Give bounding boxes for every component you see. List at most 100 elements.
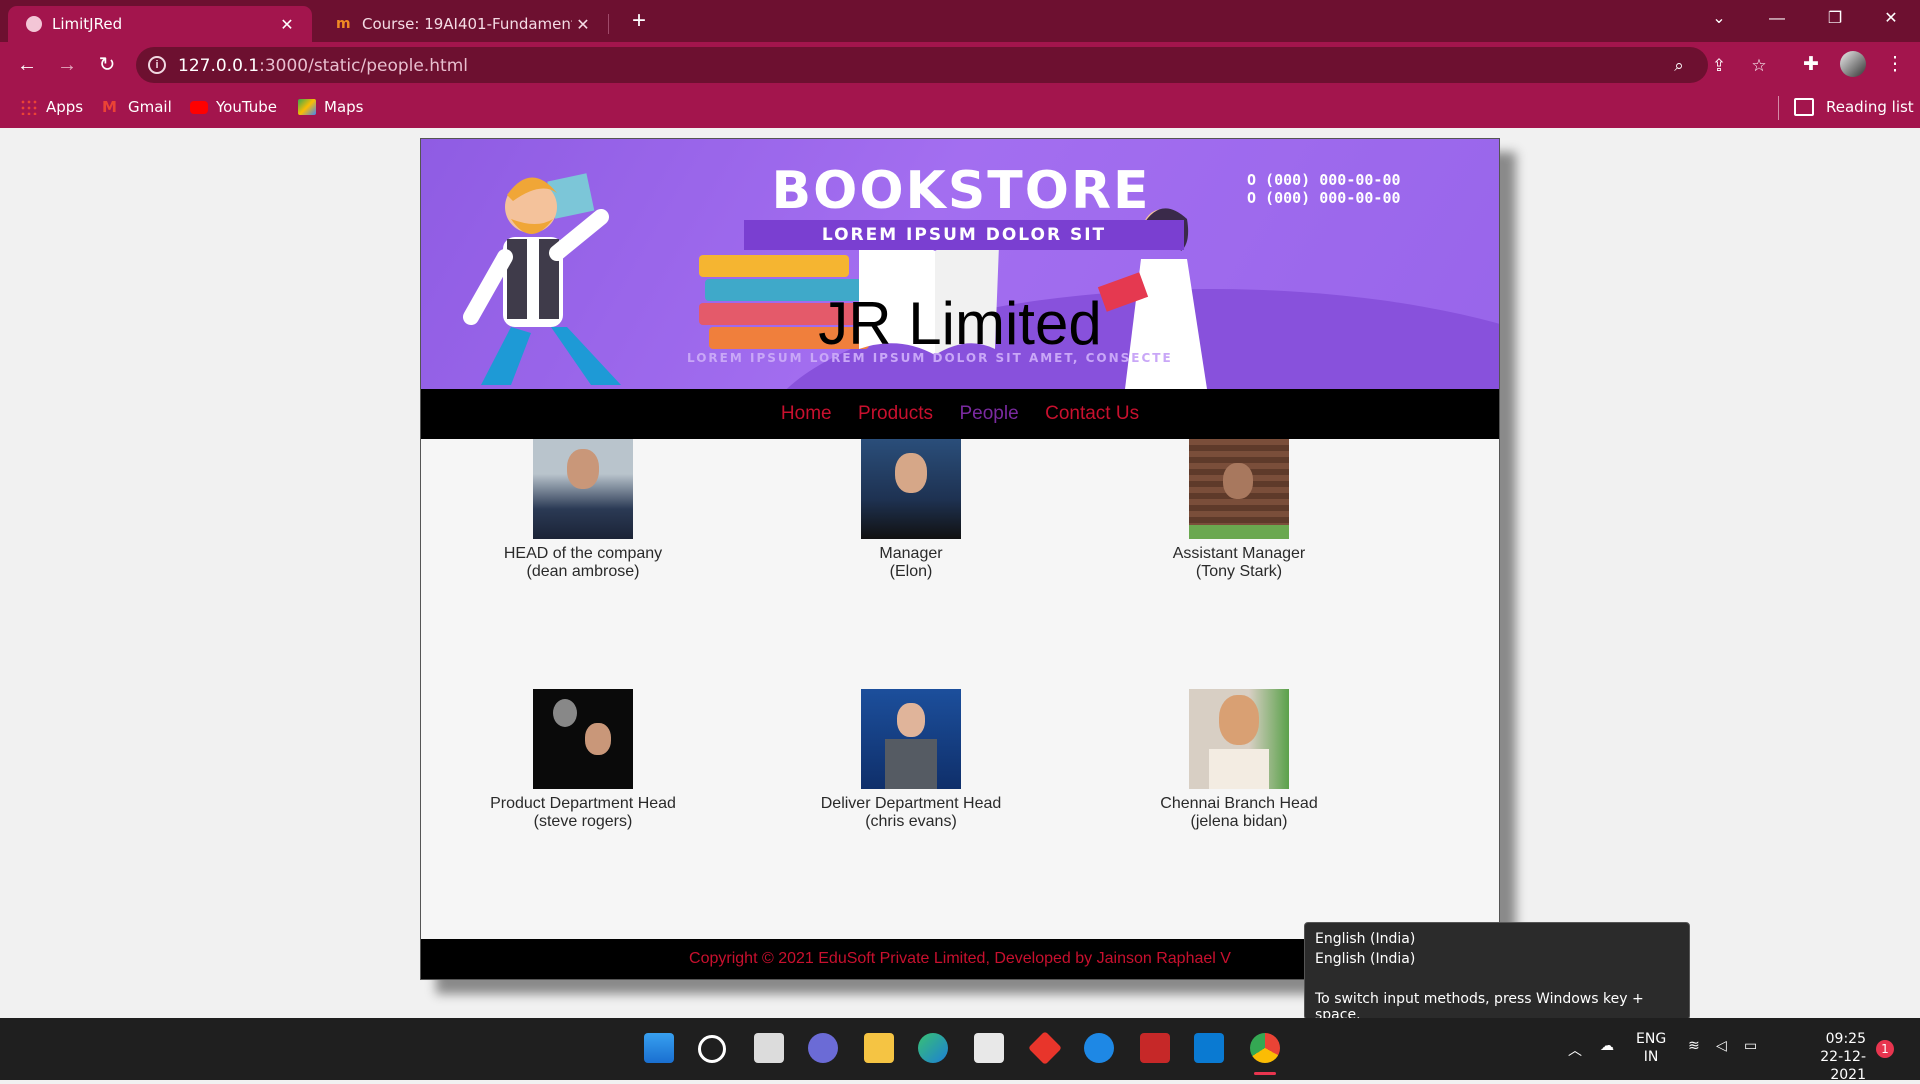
url-host: 127.0.0.1 [178,56,260,76]
reading-list-button[interactable]: Reading list [1794,98,1914,116]
windows-start-icon[interactable] [644,1033,674,1063]
bookmark-star-icon[interactable]: ☆ [1748,55,1770,77]
bookmark-gmail[interactable]: M Gmail [102,98,172,116]
bookmark-label: Gmail [128,98,172,116]
person-role: Chennai Branch Head [1160,795,1318,812]
apps-grid-icon [20,99,38,115]
battery-icon[interactable]: ▭ [1744,1038,1757,1054]
close-window-icon[interactable]: ✕ [1862,0,1920,40]
kebab-menu-icon[interactable]: ⋮ [1880,50,1910,80]
close-tab-icon[interactable]: ✕ [572,15,594,34]
page-container: BOOKSTORE LOREM IPSUM DOLOR SIT O (000) … [420,138,1500,980]
person-name: (steve rogers) [533,813,633,830]
bookmark-label: YouTube [216,98,277,116]
reload-icon[interactable]: ↻ [92,50,122,80]
reading-list-icon [1794,98,1814,116]
forward-arrow-icon[interactable]: → [52,50,82,80]
banner-phones: O (000) 000-00-00 O (000) 000-00-00 [1247,171,1401,207]
person-name: (jelena bidan) [1190,813,1288,830]
banner-phone: O (000) 000-00-00 [1247,171,1401,189]
search-icon[interactable] [698,1035,726,1063]
new-tab-plus-icon[interactable]: + [624,6,654,36]
clock[interactable]: 09:25 22-12-2021 [1786,1030,1866,1084]
moodle-favicon-icon: m [336,16,351,32]
share-icon[interactable]: ⇪ [1708,55,1730,77]
nav-contact-link[interactable]: Contact Us [1045,403,1139,425]
notification-badge[interactable]: 1 [1876,1040,1894,1058]
close-tab-icon[interactable]: ✕ [276,15,298,34]
task-view-icon[interactable] [754,1033,784,1063]
tab-limitjred[interactable]: LimitJRed ✕ [8,6,312,42]
person-photo [533,689,633,789]
browser-toolbar: ← → ↻ i 127.0.0.1:3000/static/people.htm… [0,42,1920,88]
tab-separator [608,14,609,34]
banner-phone: O (000) 000-00-00 [1247,189,1401,207]
person-photo [861,439,961,539]
tab-favicon-icon [26,16,42,32]
restore-icon[interactable]: ❐ [1806,0,1864,40]
person-card: HEAD of the company (dean ambrose) [453,439,713,581]
anydesk-icon[interactable] [1028,1031,1062,1065]
tray-overflow-chevron-icon[interactable]: ︿ [1568,1040,1582,1060]
maps-icon [298,99,316,115]
person-card: Assistant Manager (Tony Stark) [1109,439,1369,581]
bookmarks-separator [1778,96,1779,120]
edge-browser-icon[interactable] [918,1033,948,1063]
person-photo [861,689,961,789]
clock-time: 09:25 [1825,1031,1866,1047]
person-photo [1189,689,1289,789]
nav-people-link[interactable]: People [959,403,1018,425]
tab-search-chevron-icon[interactable]: ⌄ [1690,0,1748,40]
person-role: Assistant Manager [1172,545,1306,562]
tab-title: Course: 19AI401-Fundamental of [362,15,572,33]
reading-list-label: Reading list [1826,98,1914,116]
person-name: (Tony Stark) [1195,563,1283,580]
bookmark-apps[interactable]: Apps [20,98,83,116]
input-method-tooltip: English (India) English (India) To switc… [1304,922,1690,1023]
zoom-icon[interactable]: ⌕ [1668,55,1690,77]
bookmark-youtube[interactable]: YouTube [190,98,277,116]
lang-code: ENG [1636,1031,1667,1047]
microsoft-store-icon[interactable] [974,1033,1004,1063]
bookmark-maps[interactable]: Maps [298,98,363,116]
file-explorer-icon[interactable] [864,1033,894,1063]
windows-taskbar: ︿ ☁ ENG IN ≋ ◁ ▭ 09:25 22-12-2021 1 [0,1018,1920,1083]
person-role: HEAD of the company [503,545,663,562]
minimize-icon[interactable]: — [1748,0,1806,40]
teams-chat-icon[interactable] [808,1033,838,1063]
volume-icon[interactable]: ◁ [1716,1038,1727,1054]
profile-avatar[interactable] [1840,51,1866,77]
clock-date: 22-12-2021 [1820,1049,1866,1083]
chrome-icon[interactable] [1250,1033,1280,1063]
extensions-puzzle-icon[interactable]: ✚ [1796,50,1826,80]
banner-title: BOOKSTORE [771,161,1151,221]
tab-course[interactable]: m Course: 19AI401-Fundamental of ✕ [318,6,608,42]
vscode-icon[interactable] [1194,1033,1224,1063]
nav-products-link[interactable]: Products [858,403,933,425]
banner-subtitle: LOREM IPSUM DOLOR SIT [744,220,1184,250]
tab-title: LimitJRed [52,15,123,33]
bookmark-label: Apps [46,98,84,116]
site-info-icon[interactable]: i [148,56,166,74]
bookmark-label: Maps [324,98,364,116]
tooltip-line: English (India) [1315,931,1416,947]
back-arrow-icon[interactable]: ← [12,50,42,80]
address-bar[interactable]: i 127.0.0.1:3000/static/people.html ⌕ ⇪ … [136,47,1767,83]
url-text[interactable]: 127.0.0.1:3000/static/people.html [178,56,468,76]
bookmarks-bar: Apps M Gmail YouTube Maps Reading list [0,88,1920,128]
person-name: (chris evans) [865,813,957,830]
person-card: Deliver Department Head (chris evans) [781,689,1041,831]
person-name: (dean ambrose) [526,563,640,580]
mcafee-icon[interactable] [1140,1033,1170,1063]
tab-strip: LimitJRed ✕ m Course: 19AI401-Fundamenta… [0,0,1920,42]
site-navigation: Home Products People Contact Us [421,389,1499,439]
onedrive-cloud-icon[interactable]: ☁ [1600,1038,1614,1054]
wifi-icon[interactable]: ≋ [1688,1038,1700,1054]
person-photo [533,439,633,539]
person-name: (Elon) [889,563,933,580]
language-indicator[interactable]: ENG IN [1636,1030,1666,1066]
nav-home-link[interactable]: Home [781,403,832,425]
person-role: Manager [879,545,943,562]
person-card: Chennai Branch Head (jelena bidan) [1109,689,1369,831]
help-icon[interactable] [1084,1033,1114,1063]
